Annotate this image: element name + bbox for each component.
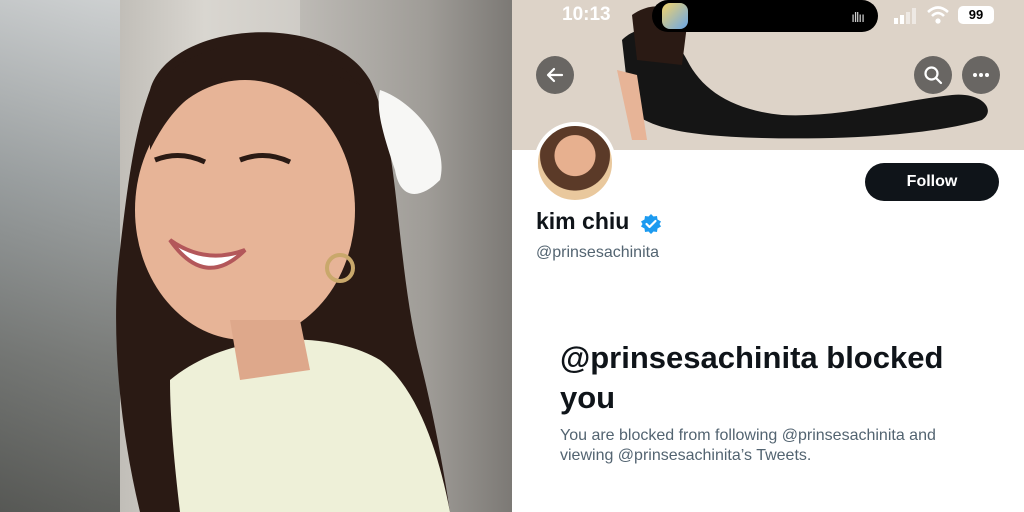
more-options-button[interactable] [962, 56, 1000, 94]
profile-photo-left [0, 0, 512, 512]
more-horizontal-icon [973, 73, 989, 77]
twitter-profile-screen: 10:13 ıllıı 99 Follow kim chiu @prinsesa… [512, 0, 1024, 512]
status-bar: 10:13 ıllıı 99 [512, 0, 1024, 32]
display-name: kim chiu [536, 208, 630, 234]
avatar[interactable] [534, 122, 616, 204]
now-playing-thumbnail [662, 3, 688, 29]
dynamic-island: ıllıı [652, 0, 878, 32]
back-button[interactable] [536, 56, 574, 94]
follow-button[interactable]: Follow [865, 163, 999, 201]
person-illustration [116, 32, 450, 512]
profile-handle: @prinsesachinita [536, 244, 659, 261]
verified-badge-icon [641, 214, 661, 234]
arrow-left-icon [546, 67, 564, 83]
blocked-description: You are blocked from following @prinsesa… [560, 427, 936, 464]
status-time: 10:13 [562, 4, 611, 25]
blocked-title: @prinsesachinita blocked you [560, 340, 944, 415]
audio-wave-icon: ıllıı [851, 9, 865, 25]
search-icon [924, 66, 943, 85]
wifi-icon [927, 6, 949, 24]
signal-icon [894, 8, 916, 24]
search-button[interactable] [914, 56, 952, 94]
battery-icon: 99 [958, 6, 994, 24]
